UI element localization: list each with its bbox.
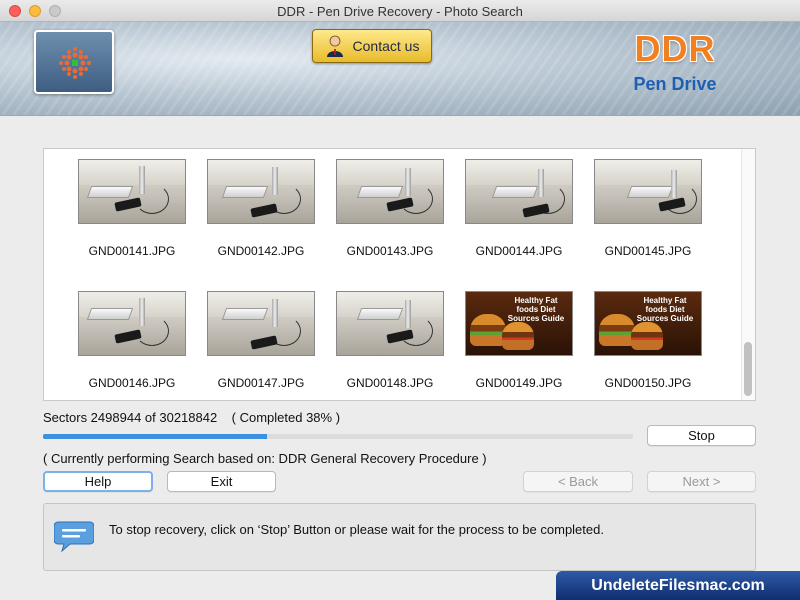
photo-filename: GND00150.JPG	[604, 376, 692, 390]
photo-thumbnail[interactable]	[207, 159, 315, 224]
photo-thumbnail[interactable]	[78, 159, 186, 224]
stop-button[interactable]: Stop	[647, 425, 756, 446]
photo-item[interactable]: Healthy Fat foods Diet Sources Guide GND0…	[465, 291, 573, 390]
info-message-text: To stop recovery, click on ‘Stop’ Button…	[109, 522, 604, 537]
progress-bar	[43, 434, 633, 439]
photo-thumbnail[interactable]	[465, 159, 573, 224]
speech-bubble-icon	[53, 518, 95, 557]
back-button[interactable]: < Back	[523, 471, 633, 492]
contact-us-button[interactable]: Contact us	[312, 29, 432, 63]
photo-item[interactable]: GND00143.JPG	[336, 159, 444, 258]
watermark: UndeleteFilesmac.com	[556, 571, 800, 600]
photo-filename: GND00149.JPG	[475, 376, 563, 390]
window-title: DDR - Pen Drive Recovery - Photo Search	[277, 4, 523, 19]
brand-title: DDR	[634, 28, 716, 69]
photo-filename: GND00142.JPG	[217, 244, 305, 258]
thumbnail-caption: Healthy Fat foods Diet Sources Guide	[636, 296, 694, 323]
info-message-box: To stop recovery, click on ‘Stop’ Button…	[43, 503, 756, 571]
help-button[interactable]: Help	[43, 471, 153, 492]
photo-item[interactable]: GND00141.JPG	[78, 159, 186, 258]
photo-filename: GND00143.JPG	[346, 244, 434, 258]
person-icon	[325, 35, 345, 57]
photo-item[interactable]: GND00147.JPG	[207, 291, 315, 390]
brand-subtitle: Pen Drive	[633, 74, 717, 94]
photo-thumbnail[interactable]	[336, 159, 444, 224]
photo-item[interactable]: GND00144.JPG	[465, 159, 573, 258]
photo-thumbnail[interactable]: Healthy Fat foods Diet Sources Guide	[465, 291, 573, 356]
app-header: Contact us DDR Pen Drive	[0, 22, 800, 116]
title-bar: DDR - Pen Drive Recovery - Photo Search	[0, 0, 800, 22]
sectors-progress-text: Sectors 2498944 of 30218842 ( Completed …	[43, 410, 341, 425]
photo-filename: GND00147.JPG	[217, 376, 305, 390]
photo-filename: GND00141.JPG	[88, 244, 176, 258]
photo-thumbnail[interactable]	[336, 291, 444, 356]
photo-thumbnail[interactable]: Healthy Fat foods Diet Sources Guide	[594, 291, 702, 356]
photo-thumbnail[interactable]	[594, 159, 702, 224]
photo-item[interactable]: GND00145.JPG	[594, 159, 702, 258]
photo-filename: GND00145.JPG	[604, 244, 692, 258]
status-text: ( Currently performing Search based on: …	[43, 451, 487, 466]
photo-filename: GND00148.JPG	[346, 376, 434, 390]
contact-us-label: Contact us	[352, 38, 420, 54]
app-logo	[34, 30, 114, 94]
next-button[interactable]: Next >	[647, 471, 756, 492]
exit-button[interactable]: Exit	[167, 471, 276, 492]
vertical-scrollbar[interactable]	[741, 149, 755, 400]
photo-results-panel[interactable]: GND00141.JPG GND00142.JPG GND00143.JPG GND0…	[43, 148, 756, 401]
photo-filename: GND00144.JPG	[475, 244, 563, 258]
photo-item[interactable]: GND00142.JPG	[207, 159, 315, 258]
photo-thumbnail[interactable]	[78, 291, 186, 356]
progress-bar-fill	[43, 434, 268, 439]
photo-item[interactable]: GND00146.JPG	[78, 291, 186, 390]
scrollbar-thumb[interactable]	[744, 342, 752, 396]
photo-item[interactable]: Healthy Fat foods Diet Sources Guide GND0…	[594, 291, 702, 390]
photo-thumbnail[interactable]	[207, 291, 315, 356]
photo-filename: GND00146.JPG	[88, 376, 176, 390]
photo-item[interactable]: GND00148.JPG	[336, 291, 444, 390]
thumbnail-caption: Healthy Fat foods Diet Sources Guide	[507, 296, 565, 323]
logo-icon	[59, 47, 91, 79]
